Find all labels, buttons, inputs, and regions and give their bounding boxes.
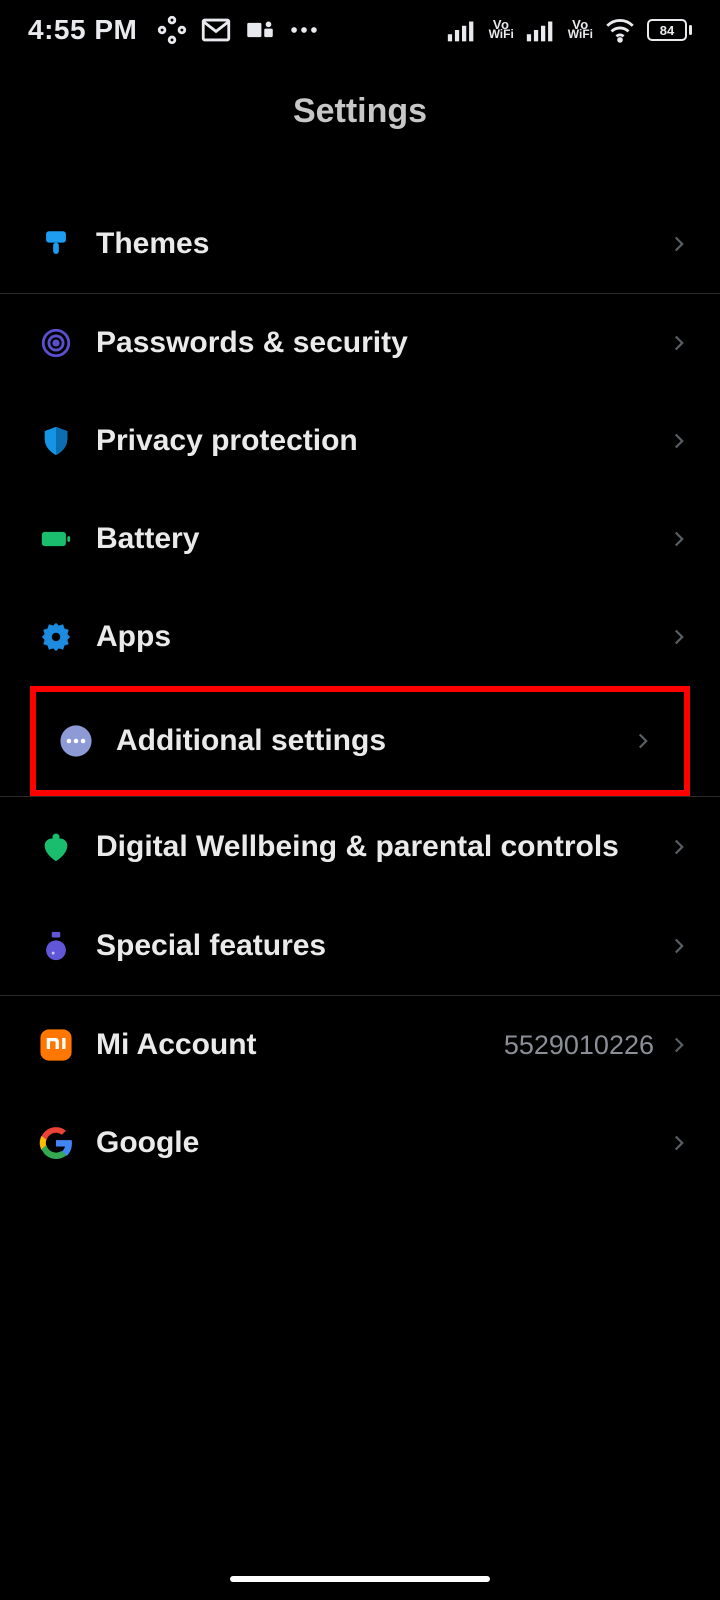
row-google[interactable]: Google	[0, 1094, 720, 1160]
row-label: Special features	[96, 929, 666, 963]
row-special-features[interactable]: Special features	[0, 897, 720, 995]
row-privacy-protection[interactable]: Privacy protection	[0, 392, 720, 490]
chevron-right-icon	[666, 428, 692, 454]
clock: 4:55 PM	[28, 14, 137, 46]
row-themes[interactable]: Themes	[0, 195, 720, 293]
chevron-right-icon	[666, 330, 692, 356]
status-bar: 4:55 PM	[0, 0, 720, 60]
status-left: 4:55 PM	[28, 13, 321, 47]
signal-bars-2-icon	[524, 13, 558, 47]
row-additional-settings[interactable]: Additional settings	[36, 692, 684, 790]
shield-icon	[39, 424, 73, 458]
page-title: Settings	[0, 92, 720, 131]
row-label: Themes	[96, 227, 666, 261]
row-label: Google	[96, 1126, 666, 1160]
row-digital-wellbeing[interactable]: Digital Wellbeing & parental controls	[0, 797, 720, 897]
mi-logo-icon	[39, 1028, 73, 1062]
teams-icon	[243, 13, 277, 47]
heart-person-icon	[39, 830, 73, 864]
more-circle-icon	[59, 724, 93, 758]
row-label: Battery	[96, 522, 666, 556]
more-notifications-icon	[287, 13, 321, 47]
chevron-right-icon	[666, 933, 692, 959]
chevron-right-icon	[666, 231, 692, 257]
highlight-annotation: Additional settings	[30, 686, 690, 796]
chevron-right-icon	[666, 624, 692, 650]
slack-icon	[155, 13, 189, 47]
status-notif-icons	[155, 13, 321, 47]
row-label: Additional settings	[116, 724, 630, 758]
settings-list[interactable]: Wallpaper Themes Passwords & security	[0, 159, 720, 1160]
row-label: Apps	[96, 620, 666, 654]
fingerprint-icon	[39, 326, 73, 360]
status-right: VoWiFi VoWiFi 84	[445, 13, 692, 47]
row-battery[interactable]: Battery	[0, 490, 720, 588]
row-label: Privacy protection	[96, 424, 666, 458]
vowifi-indicator-1: VoWiFi	[489, 20, 514, 40]
google-g-icon	[39, 1126, 73, 1160]
row-passwords-security[interactable]: Passwords & security	[0, 294, 720, 392]
section-system: Passwords & security Privacy protection …	[0, 294, 720, 797]
signal-bars-icon	[445, 13, 479, 47]
brush-icon	[39, 227, 73, 261]
vowifi-indicator-2: VoWiFi	[568, 20, 593, 40]
battery-indicator: 84	[647, 19, 692, 41]
chevron-right-icon	[666, 1032, 692, 1058]
section-personalize: Themes	[0, 195, 720, 294]
chevron-right-icon	[666, 526, 692, 552]
section-extras: Digital Wellbeing & parental controls Sp…	[0, 797, 720, 996]
battery-icon	[39, 522, 73, 556]
row-wallpaper-partial[interactable]: Wallpaper	[0, 159, 720, 195]
row-label: Digital Wellbeing & parental controls	[96, 829, 666, 865]
chevron-right-icon	[666, 834, 692, 860]
row-label: Mi Account	[96, 1028, 504, 1062]
section-accounts: Mi Account 5529010226 Google	[0, 996, 720, 1160]
row-mi-account[interactable]: Mi Account 5529010226	[0, 996, 720, 1094]
wifi-icon	[603, 13, 637, 47]
chevron-right-icon	[666, 1130, 692, 1156]
home-indicator[interactable]	[230, 1576, 490, 1582]
row-label: Passwords & security	[96, 326, 666, 360]
row-value: 5529010226	[504, 1030, 654, 1061]
cog-icon	[39, 620, 73, 654]
chevron-right-icon	[630, 728, 656, 754]
potion-icon	[39, 929, 73, 963]
row-apps[interactable]: Apps	[0, 588, 720, 686]
gmail-icon	[199, 13, 233, 47]
